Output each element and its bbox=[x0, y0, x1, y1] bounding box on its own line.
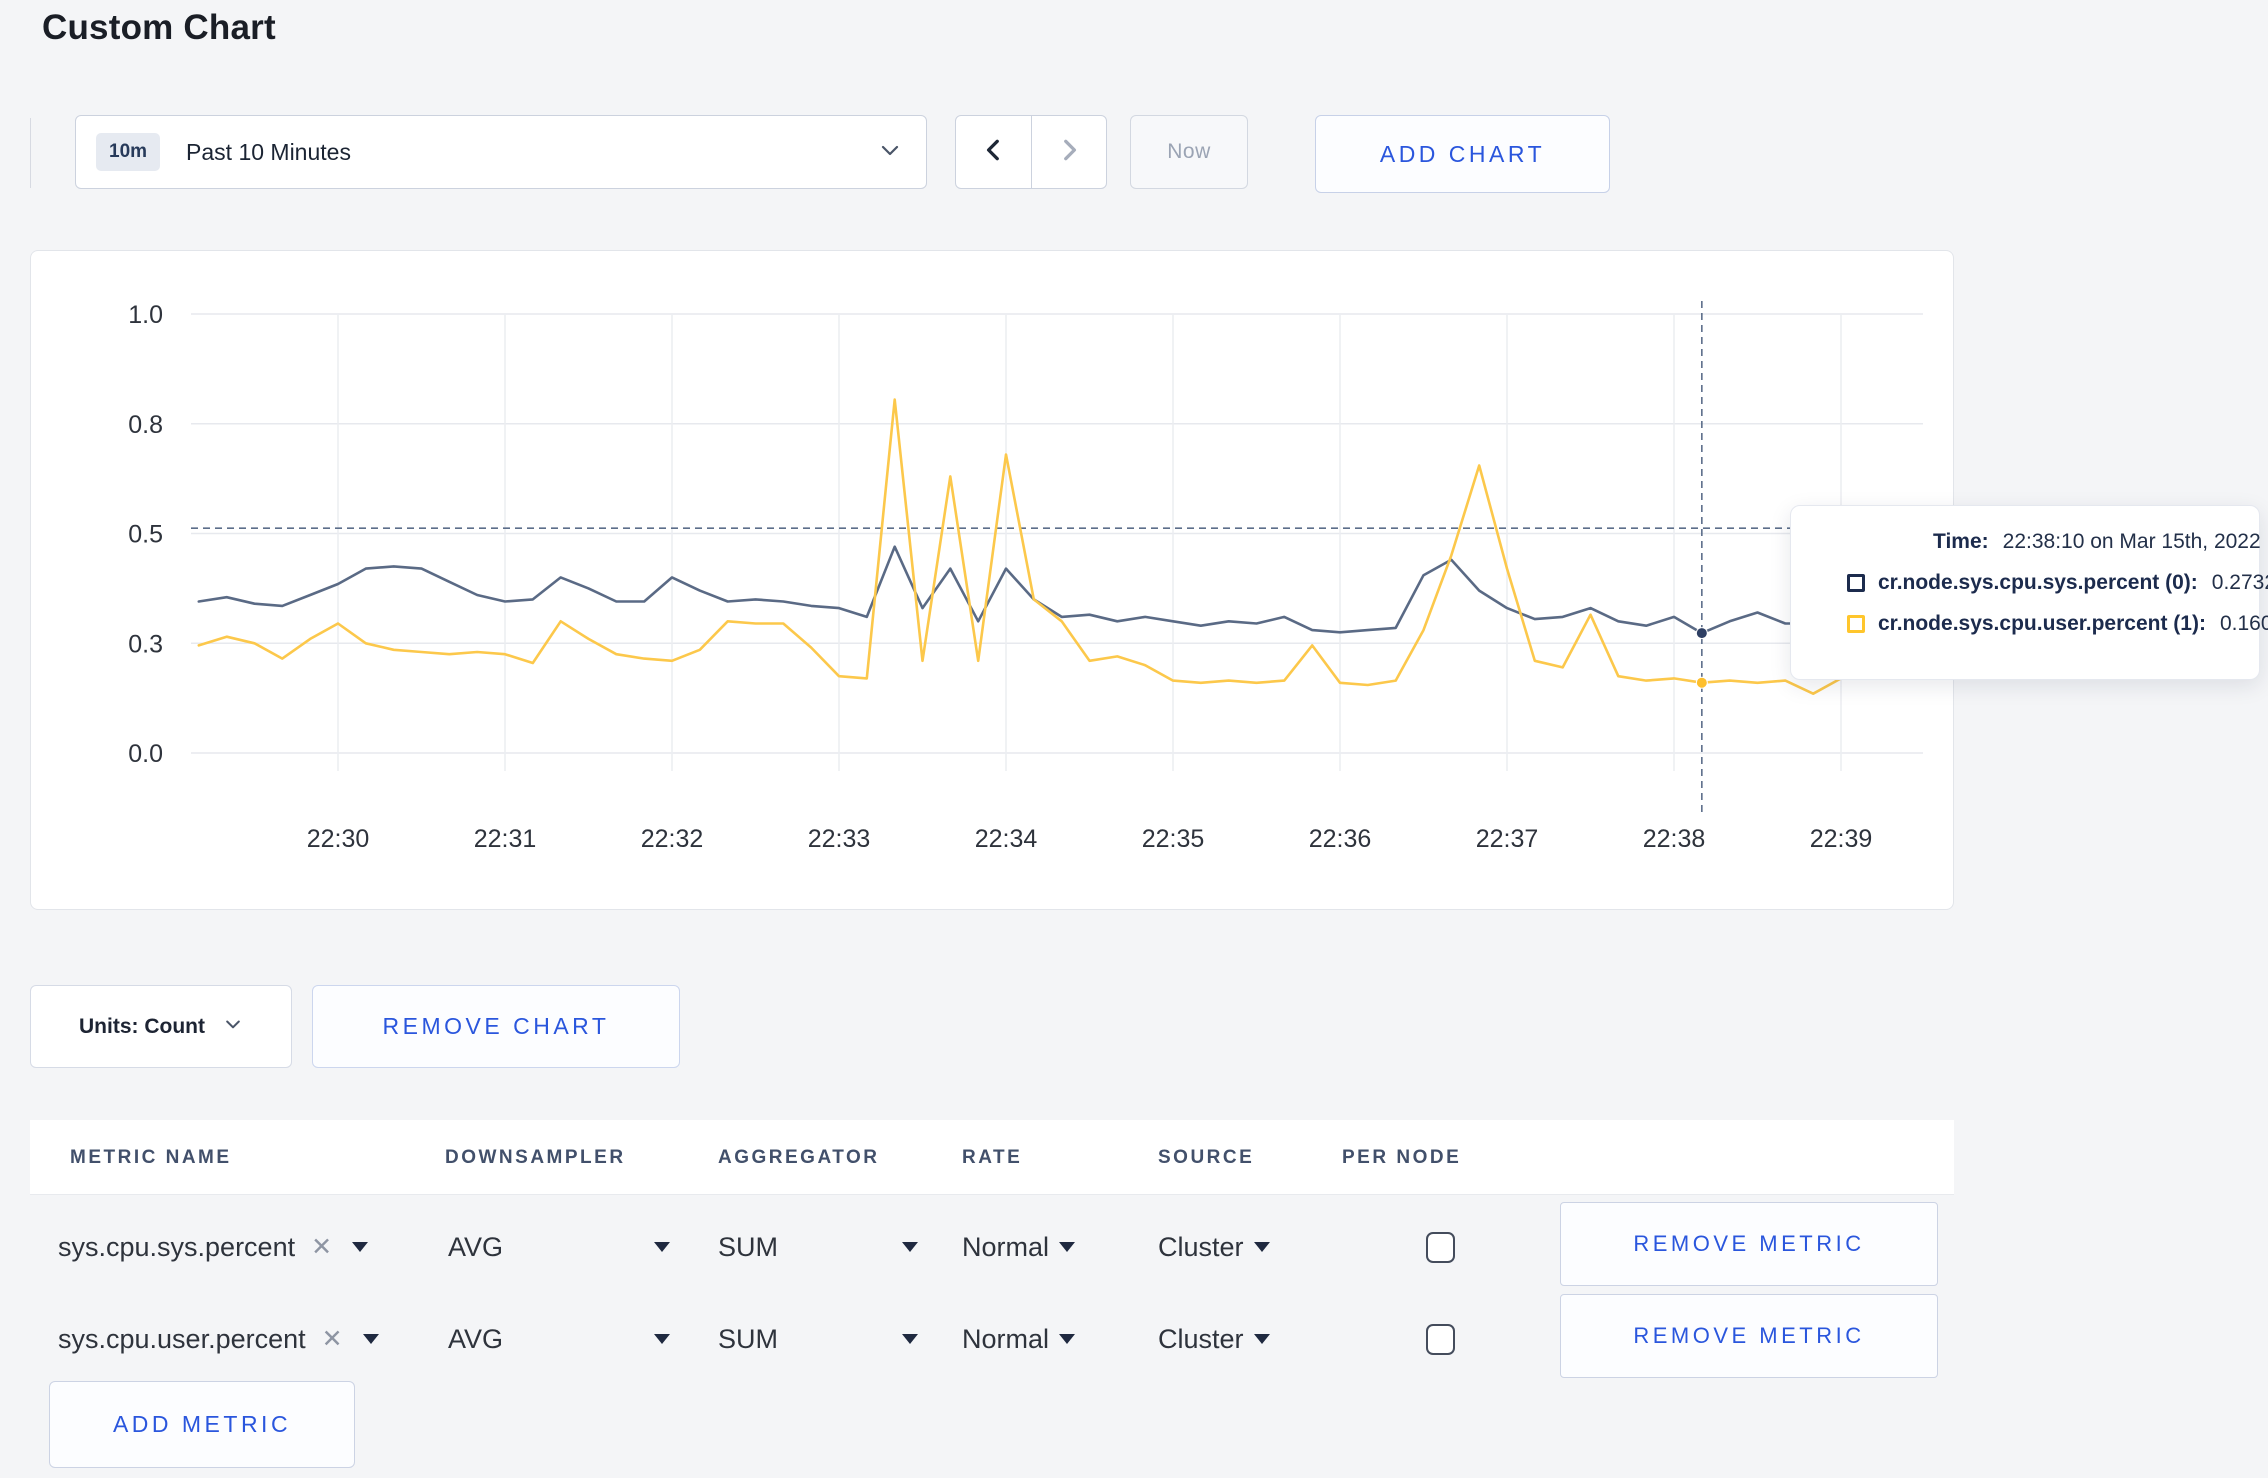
per-node-cell bbox=[1426, 1201, 1455, 1293]
caret-down-icon bbox=[1253, 1334, 1270, 1344]
tooltip-time-value: 22:38:10 on Mar 15th, 2022 bbox=[2002, 530, 2261, 553]
x-axis-tick-label: 22:35 bbox=[1142, 825, 1205, 853]
source-value: Cluster bbox=[1158, 1231, 1244, 1262]
y-axis-tick-label: 1.0 bbox=[128, 301, 163, 329]
remove-chart-button[interactable]: REMOVE CHART bbox=[312, 985, 680, 1068]
caret-down-icon bbox=[654, 1242, 670, 1252]
clear-metric-icon[interactable]: ✕ bbox=[311, 1232, 332, 1262]
aggregator-select[interactable]: SUM bbox=[718, 1293, 918, 1385]
x-axis-tick-label: 22:38 bbox=[1643, 825, 1706, 853]
chevron-right-icon bbox=[1056, 137, 1082, 168]
column-header-source: SOURCE bbox=[1158, 1147, 1255, 1168]
x-axis-tick-label: 22:34 bbox=[975, 825, 1038, 853]
metric-name-value: sys.cpu.sys.percent bbox=[58, 1231, 296, 1262]
source-value: Cluster bbox=[1158, 1323, 1244, 1354]
time-window-pager bbox=[955, 115, 1107, 189]
tooltip-series-sys-value: 0.2732 bbox=[2211, 571, 2268, 594]
caret-down-icon bbox=[1059, 1242, 1076, 1252]
y-axis-tick-label: 0.3 bbox=[128, 630, 163, 658]
caret-down-icon bbox=[1059, 1334, 1076, 1344]
column-header-rate: RATE bbox=[962, 1147, 1023, 1168]
source-select[interactable]: Cluster bbox=[1158, 1201, 1270, 1293]
aggregator-value: SUM bbox=[718, 1231, 778, 1262]
x-axis-tick-label: 22:32 bbox=[641, 825, 704, 853]
series-user-swatch-icon bbox=[1847, 615, 1865, 633]
series-line-1 bbox=[197, 398, 1926, 696]
column-header-per-node: PER NODE bbox=[1342, 1147, 1462, 1168]
time-window-select[interactable]: 10m Past 10 Minutes bbox=[75, 115, 927, 189]
rate-value: Normal bbox=[962, 1231, 1050, 1262]
units-label: Units: Count bbox=[79, 1014, 205, 1038]
chart-hover-tooltip: Time: 22:38:10 on Mar 15th, 2022 cr.node… bbox=[1790, 505, 2268, 680]
y-axis-tick-label: 0.5 bbox=[128, 521, 163, 549]
y-axis-tick-label: 0.8 bbox=[128, 411, 163, 439]
units-select[interactable]: Units: Count bbox=[30, 985, 292, 1068]
remove-metric-button[interactable]: REMOVE METRIC bbox=[1560, 1202, 1938, 1286]
metric-name-select[interactable]: sys.cpu.sys.percent ✕ bbox=[58, 1201, 369, 1293]
chevron-down-icon bbox=[223, 1014, 243, 1040]
aggregator-select[interactable]: SUM bbox=[718, 1201, 918, 1293]
page-title: Custom Chart bbox=[42, 8, 276, 47]
y-axis-tick-label: 0.0 bbox=[128, 740, 163, 768]
tooltip-series-sys-name: cr.node.sys.cpu.sys.percent (0): bbox=[1878, 571, 2198, 594]
time-window-label: Past 10 Minutes bbox=[186, 138, 351, 165]
caret-down-icon bbox=[902, 1242, 918, 1252]
tooltip-series-user-name: cr.node.sys.cpu.user.percent (1): bbox=[1878, 612, 2206, 635]
per-node-cell bbox=[1426, 1293, 1455, 1385]
downsampler-select[interactable]: AVG bbox=[448, 1293, 670, 1385]
caret-down-icon bbox=[352, 1242, 369, 1252]
column-header-downsampler: DOWNSAMPLER bbox=[445, 1147, 626, 1168]
chevron-down-icon bbox=[878, 138, 902, 167]
downsampler-select[interactable]: AVG bbox=[448, 1201, 670, 1293]
crosshair-point-1 bbox=[1695, 676, 1708, 689]
crosshair-point-0 bbox=[1695, 627, 1708, 640]
chart-card: 1.0 0.8 0.5 0.3 0.0 22:30 22:31 22:32 22:33 22:34… bbox=[30, 250, 1955, 911]
source-select[interactable]: Cluster bbox=[1158, 1293, 1270, 1385]
series-sys-swatch-icon bbox=[1847, 574, 1865, 592]
remove-metric-button[interactable]: REMOVE METRIC bbox=[1560, 1294, 1938, 1378]
tooltip-time-label: Time: bbox=[1933, 530, 1989, 553]
per-node-checkbox[interactable] bbox=[1426, 1323, 1455, 1355]
column-header-metric-name: METRIC NAME bbox=[70, 1147, 232, 1168]
add-metric-button[interactable]: ADD METRIC bbox=[49, 1381, 355, 1468]
x-axis-tick-label: 22:31 bbox=[474, 825, 537, 853]
tooltip-series-user-value: 0.1601 bbox=[2219, 612, 2268, 635]
timeseries-chart[interactable]: 1.0 0.8 0.5 0.3 0.0 22:30 22:31 22:32 22:33 22:34… bbox=[31, 251, 1955, 911]
downsampler-value: AVG bbox=[448, 1231, 504, 1262]
x-axis-tick-label: 22:36 bbox=[1309, 825, 1372, 853]
clear-metric-icon[interactable]: ✕ bbox=[322, 1324, 343, 1354]
column-header-aggregator: AGGREGATOR bbox=[718, 1147, 880, 1168]
aggregator-value: SUM bbox=[718, 1323, 778, 1354]
caret-down-icon bbox=[1253, 1242, 1270, 1252]
per-node-checkbox[interactable] bbox=[1426, 1231, 1455, 1263]
x-axis-tick-label: 22:39 bbox=[1810, 825, 1873, 853]
now-button[interactable]: Now bbox=[1130, 115, 1248, 189]
time-window-badge: 10m bbox=[96, 133, 161, 171]
toolbar-divider bbox=[30, 118, 31, 188]
metric-name-select[interactable]: sys.cpu.user.percent ✕ bbox=[58, 1293, 379, 1385]
caret-down-icon bbox=[654, 1334, 670, 1344]
metric-name-value: sys.cpu.user.percent bbox=[58, 1323, 306, 1354]
chevron-left-icon bbox=[981, 137, 1007, 168]
rate-select[interactable]: Normal bbox=[962, 1201, 1076, 1293]
caret-down-icon bbox=[902, 1334, 918, 1344]
caret-down-icon bbox=[362, 1334, 379, 1344]
downsampler-value: AVG bbox=[448, 1323, 504, 1354]
rate-select[interactable]: Normal bbox=[962, 1293, 1076, 1385]
next-time-button[interactable] bbox=[1031, 116, 1106, 188]
prev-time-button[interactable] bbox=[956, 116, 1031, 188]
metrics-table-header: METRIC NAME DOWNSAMPLER AGGREGATOR RATE … bbox=[30, 1120, 1954, 1195]
x-axis-tick-label: 22:30 bbox=[307, 825, 370, 853]
x-axis-tick-label: 22:33 bbox=[808, 825, 871, 853]
x-axis-tick-label: 22:37 bbox=[1476, 825, 1539, 853]
rate-value: Normal bbox=[962, 1323, 1050, 1354]
add-chart-button[interactable]: ADD CHART bbox=[1315, 115, 1610, 193]
